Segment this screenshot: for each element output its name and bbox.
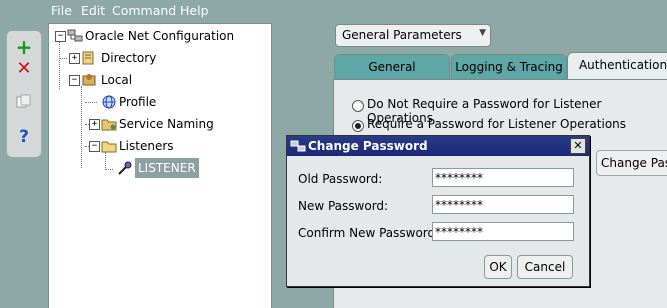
menu-file[interactable]: File	[51, 3, 72, 18]
collapse-icon[interactable]: −	[89, 141, 100, 152]
dialog-app-icon	[290, 138, 306, 157]
change-password-dialog: Change Password ✕ Old Password: ********…	[286, 135, 590, 287]
tree-label-listeners: Listeners	[119, 139, 174, 153]
radio-require-password[interactable]	[352, 120, 364, 132]
globe-icon	[101, 95, 117, 109]
chevron-down-icon: ▼	[479, 28, 486, 38]
new-password-label: New Password:	[298, 199, 389, 213]
close-icon[interactable]: ✕	[570, 138, 586, 154]
radio-no-password[interactable]	[352, 100, 364, 112]
expand-icon[interactable]: +	[89, 119, 100, 130]
menu-command[interactable]: Command	[112, 3, 176, 18]
tree-label-service-naming: Service Naming	[119, 117, 214, 131]
tree-label-local: Local	[101, 73, 133, 87]
ok-button[interactable]: OK	[484, 255, 512, 279]
confirm-password-label: Confirm New Password:	[298, 226, 440, 240]
listener-icon	[117, 161, 133, 175]
x-icon[interactable]: ✕	[14, 59, 34, 79]
folder-icon	[101, 117, 117, 131]
dialog-title-bar: Change Password ✕	[287, 136, 589, 156]
menu-help[interactable]: Help	[180, 3, 209, 18]
directory-icon	[81, 51, 97, 65]
local-icon	[81, 73, 97, 87]
side-toolbar: + ✕ ?	[6, 30, 42, 158]
tab-general[interactable]: General	[334, 54, 450, 79]
new-password-field[interactable]: ********	[432, 195, 574, 214]
tab-authentication[interactable]: Authentication	[567, 52, 667, 80]
change-password-button[interactable]: Change Pas	[596, 150, 667, 176]
folder-open-icon	[101, 139, 117, 153]
tree-label-directory: Directory	[101, 51, 157, 65]
expand-icon[interactable]: +	[69, 53, 80, 64]
tree-label-listener: LISTENER	[135, 158, 199, 178]
menu-bar: File Edit Command Help	[0, 0, 667, 22]
collapse-icon[interactable]: −	[69, 75, 80, 86]
question-icon[interactable]: ?	[14, 127, 34, 147]
menu-edit[interactable]: Edit	[81, 3, 105, 18]
old-password-field[interactable]: ********	[432, 168, 574, 187]
tree-label-profile: Profile	[119, 95, 157, 109]
copy-icon[interactable]	[14, 93, 34, 113]
navigator-tree: − Oracle Net Configuration + Directory −…	[48, 23, 272, 308]
label-require-password: Require a Password for Listener Operatio…	[367, 117, 627, 131]
cancel-button[interactable]: Cancel	[517, 255, 573, 279]
network-icon	[67, 29, 83, 43]
dialog-title: Change Password	[308, 139, 428, 153]
tree-label-root: Oracle Net Configuration	[85, 29, 235, 43]
tab-logging-tracing[interactable]: Logging & Tracing	[451, 54, 567, 79]
confirm-password-field[interactable]: ********	[432, 222, 574, 241]
collapse-icon[interactable]: −	[55, 31, 66, 42]
category-dropdown[interactable]: General Parameters ▼	[335, 24, 491, 47]
old-password-label: Old Password:	[298, 172, 383, 186]
dropdown-value: General Parameters	[342, 28, 462, 42]
plus-icon[interactable]: +	[14, 37, 34, 57]
